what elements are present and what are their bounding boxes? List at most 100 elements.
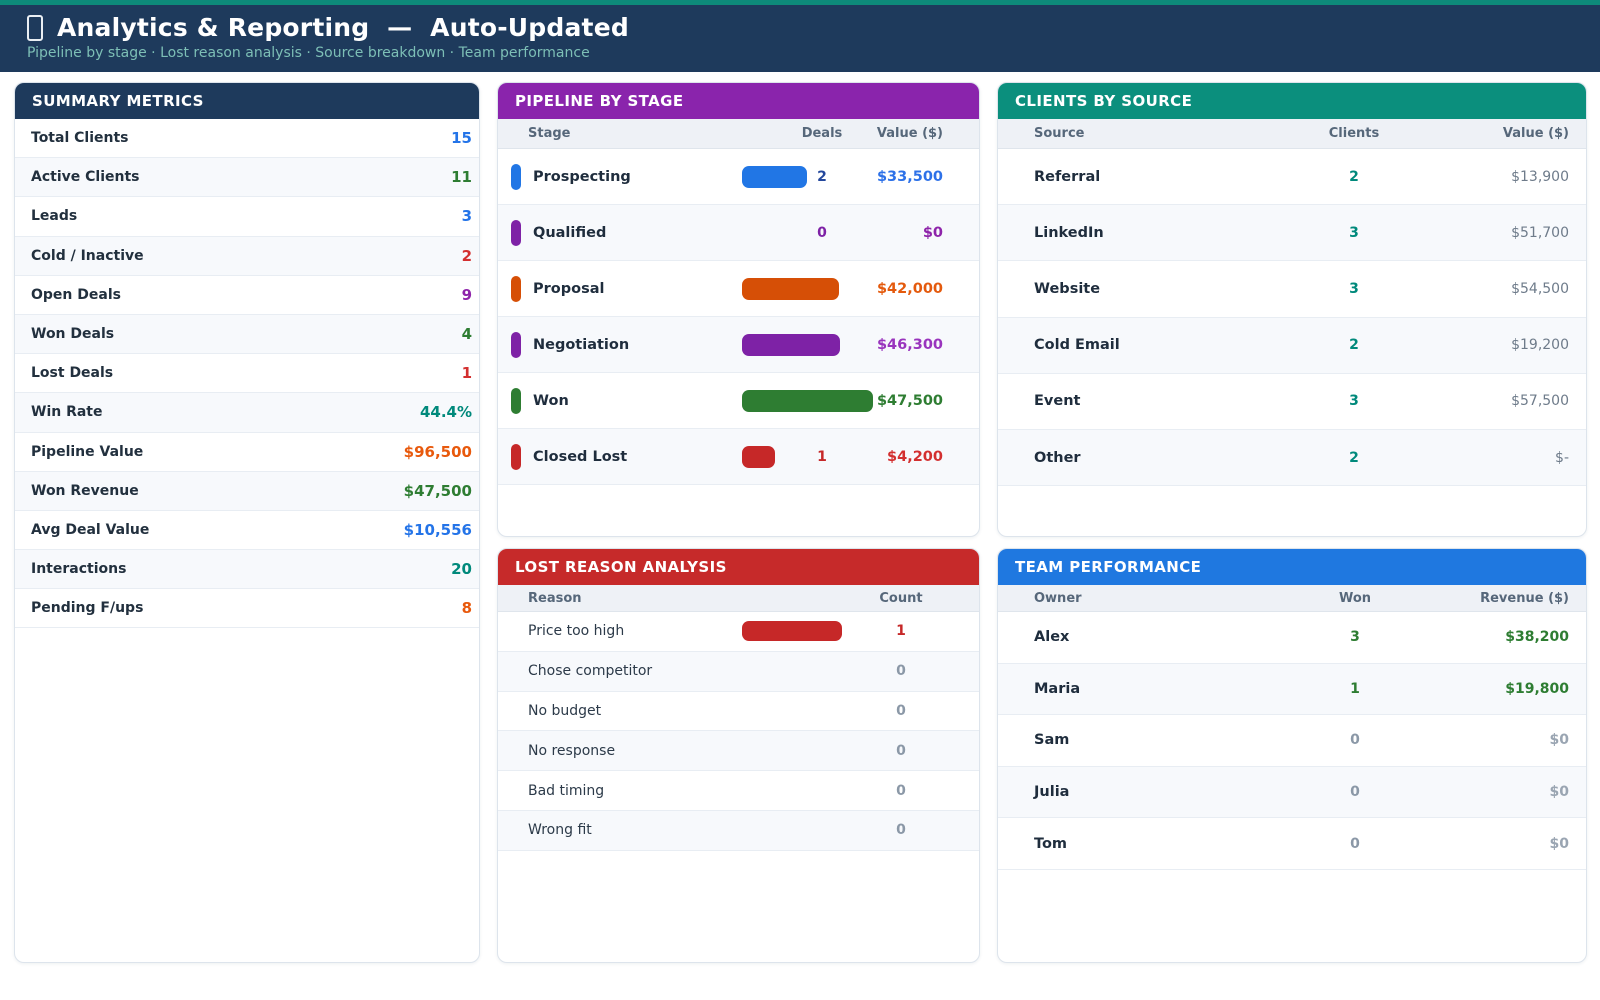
reason-count: 1 — [841, 623, 961, 639]
reason-label: Price too high — [528, 623, 624, 639]
won-count: 0 — [1295, 784, 1415, 800]
reason-count: 0 — [841, 663, 961, 679]
lost-reason-analysis-panel: LOST REASON ANALYSIS Reason Count Price … — [497, 548, 980, 963]
lost-reason-row-price-too-high: Price too high 1 — [498, 612, 979, 652]
pipeline-by-stage-panel: PIPELINE BY STAGE Stage Deals Value ($) … — [497, 82, 980, 537]
revenue-value: $0 — [1550, 732, 1569, 748]
lost-reason-row-chose-competitor: Chose competitor 0 — [498, 652, 979, 692]
source-value: $- — [1555, 450, 1569, 466]
source-row-event: Event 3 $57,500 — [998, 374, 1586, 430]
source-row-cold-email: Cold Email 2 $19,200 — [998, 318, 1586, 374]
stage-label: Negotiation — [533, 337, 629, 353]
reason-count: 0 — [841, 703, 961, 719]
page-title: Analytics & Reporting — Auto-Updated — [57, 13, 629, 42]
reason-count: 0 — [841, 743, 961, 759]
source-row-website: Website 3 $54,500 — [998, 261, 1586, 317]
summary-row-interactions: Interactions20 — [15, 550, 479, 589]
sources-rows: Referral 2 $13,900 LinkedIn 3 $51,700 We… — [998, 149, 1586, 486]
source-label: Event — [1034, 393, 1080, 409]
pipeline-rows: Prospecting 2 $33,500 Qualified 0 $0 Pro… — [498, 149, 979, 485]
deals-bar — [742, 390, 873, 412]
stage-value: $47,500 — [877, 393, 943, 409]
stage-color-pill — [511, 164, 521, 190]
metric-label: Win Rate — [31, 404, 103, 420]
owner-label: Maria — [1034, 681, 1080, 697]
metric-label: Pipeline Value — [31, 444, 143, 460]
summary-row-won-revenue: Won Revenue$47,500 — [15, 472, 479, 511]
deals-bar — [742, 334, 840, 356]
lost-reason-row-no-budget: No budget 0 — [498, 692, 979, 732]
summary-metrics-panel: SUMMARY METRICS Total Clients15 Active C… — [14, 82, 480, 963]
metric-value: 4 — [462, 325, 472, 343]
reason-count: 0 — [841, 783, 961, 799]
client-count: 2 — [1294, 169, 1414, 185]
stage-value: $42,000 — [877, 281, 943, 297]
stage-value: $46,300 — [877, 337, 943, 353]
source-label: Cold Email — [1034, 337, 1120, 353]
summary-row-open-deals: Open Deals9 — [15, 276, 479, 315]
team-panel-title: TEAM PERFORMANCE — [998, 549, 1586, 585]
source-value: $13,900 — [1511, 169, 1569, 185]
revenue-value: $38,200 — [1505, 629, 1569, 645]
owner-label: Julia — [1034, 784, 1069, 800]
page-subtitle: Pipeline by stage · Lost reason analysis… — [27, 45, 1573, 61]
won-count: 0 — [1295, 732, 1415, 748]
column-header-won: Won — [1295, 591, 1415, 606]
team-row-tom: Tom 0 $0 — [998, 818, 1586, 870]
metric-value: 2 — [462, 247, 472, 265]
client-count: 2 — [1294, 450, 1414, 466]
source-value: $51,700 — [1511, 225, 1569, 241]
count-bar — [742, 621, 842, 641]
clients-by-source-panel: CLIENTS BY SOURCE Source Clients Value (… — [997, 82, 1587, 537]
pipeline-row-prospecting: Prospecting 2 $33,500 — [498, 149, 979, 205]
column-header-deals: Deals — [762, 126, 882, 141]
revenue-value: $19,800 — [1505, 681, 1569, 697]
stage-color-pill — [511, 220, 521, 246]
stage-color-pill — [511, 444, 521, 470]
team-performance-panel: TEAM PERFORMANCE Owner Won Revenue ($) A… — [997, 548, 1587, 963]
stage-label: Prospecting — [533, 169, 631, 185]
source-row-linkedin: LinkedIn 3 $51,700 — [998, 205, 1586, 261]
reason-label: Wrong fit — [528, 822, 592, 838]
stage-color-pill — [511, 388, 521, 414]
client-count: 3 — [1294, 281, 1414, 297]
deals-bar — [742, 166, 807, 188]
lost-reason-rows: Price too high 1 Chose competitor 0 No b… — [498, 612, 979, 851]
metric-label: Leads — [31, 208, 77, 224]
metric-value: 44.4% — [420, 403, 472, 421]
owner-label: Sam — [1034, 732, 1069, 748]
summary-row-win-rate: Win Rate 44.4% — [15, 393, 479, 432]
pipeline-panel-title: PIPELINE BY STAGE — [498, 83, 979, 119]
dashboard-content: SUMMARY METRICS Total Clients15 Active C… — [0, 72, 1600, 963]
metric-label: Cold / Inactive — [31, 248, 144, 264]
stage-label: Qualified — [533, 225, 606, 241]
column-header-count: Count — [841, 591, 961, 606]
metric-label: Open Deals — [31, 287, 121, 303]
metric-value: 1 — [462, 364, 472, 382]
team-row-alex: Alex 3 $38,200 — [998, 612, 1586, 664]
lost-reason-column-headers: Reason Count — [498, 585, 979, 612]
reason-label: No budget — [528, 703, 601, 719]
metric-label: Lost Deals — [31, 365, 113, 381]
source-value: $57,500 — [1511, 393, 1569, 409]
stage-label: Proposal — [533, 281, 604, 297]
metric-label: Won Deals — [31, 326, 114, 342]
metric-value: 11 — [451, 168, 472, 186]
won-count: 3 — [1295, 629, 1415, 645]
revenue-value: $0 — [1550, 836, 1569, 852]
source-label: Other — [1034, 450, 1081, 466]
column-header-source: Source — [998, 126, 1084, 141]
won-count: 0 — [1295, 836, 1415, 852]
summary-metrics-rows: Total Clients15 Active Clients11 Leads3 … — [15, 119, 479, 628]
deals-bar — [742, 446, 775, 468]
metric-value: $10,556 — [404, 521, 472, 539]
stage-value: $33,500 — [877, 169, 943, 185]
lost-reason-row-wrong-fit: Wrong fit 0 — [498, 811, 979, 851]
deal-count: 0 — [762, 225, 882, 241]
metric-label: Interactions — [31, 561, 126, 577]
stage-color-pill — [511, 276, 521, 302]
metric-label: Avg Deal Value — [31, 522, 149, 538]
summary-row-lost-deals: Lost Deals 1 — [15, 354, 479, 393]
stage-value: $0 — [923, 225, 943, 241]
metric-label: Won Revenue — [31, 483, 139, 499]
